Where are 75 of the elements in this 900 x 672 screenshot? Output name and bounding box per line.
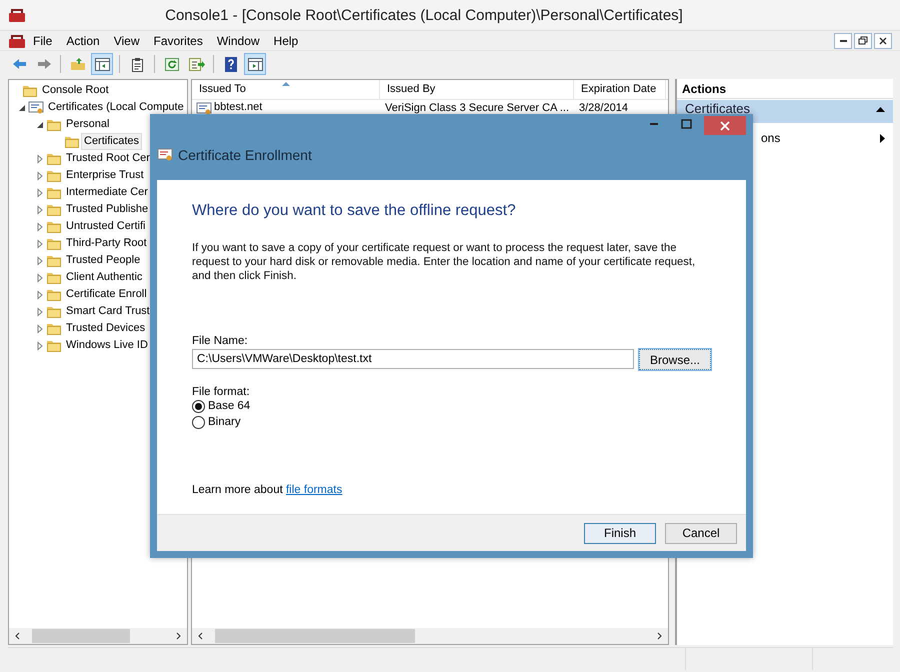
tree-item[interactable]: Windows Live ID bbox=[63, 337, 151, 354]
pane-title: Actions bbox=[677, 79, 893, 99]
menu-item[interactable]: View bbox=[106, 34, 146, 48]
file-name-field[interactable]: C:\Users\VMWare\Desktop\test.txt bbox=[192, 349, 634, 369]
tree-item[interactable]: Certificates (Local Compute bbox=[45, 99, 187, 116]
tree-item[interactable]: Trusted Publishe bbox=[63, 201, 152, 218]
certificate-icon bbox=[157, 148, 173, 162]
app-icon bbox=[8, 7, 26, 23]
tree-item[interactable]: Third-Party Root bbox=[63, 235, 150, 252]
up-folder-icon bbox=[70, 56, 86, 72]
instructions-text: If you want to save a copy of your certificate request or want to process the request later, save the request to your hard disk or removable media. Enter the location and name of your certificate request, and then click Finish. bbox=[192, 241, 696, 283]
dialog-heading: Where do you want to save the offline request? bbox=[192, 202, 517, 220]
radio-label[interactable]: Binary bbox=[208, 416, 241, 428]
column-header[interactable]: Issued To bbox=[192, 80, 380, 99]
tree-item[interactable]: Trusted Root Cer bbox=[63, 150, 153, 167]
field-label: File format: bbox=[192, 386, 251, 398]
show-tree-icon bbox=[94, 56, 110, 72]
close-button[interactable] bbox=[874, 32, 892, 48]
scroll-right-icon[interactable] bbox=[174, 632, 182, 640]
minimize-icon bbox=[840, 40, 846, 42]
tree-item[interactable]: Intermediate Cer bbox=[63, 184, 151, 201]
scroll-left-icon[interactable] bbox=[197, 632, 205, 640]
restore-button[interactable] bbox=[854, 32, 872, 48]
show-actions-button[interactable] bbox=[244, 53, 266, 75]
radio-label[interactable]: Base 64 bbox=[208, 400, 250, 412]
document-icon bbox=[8, 32, 26, 48]
tree-item[interactable]: Trusted People bbox=[63, 252, 144, 269]
tree-item[interactable]: Certificates bbox=[81, 133, 142, 150]
menu-item[interactable]: Action bbox=[59, 34, 107, 48]
help-icon bbox=[222, 56, 240, 72]
radio-selected-icon[interactable] bbox=[192, 400, 205, 412]
minimize-icon bbox=[650, 122, 658, 124]
tree-item[interactable]: Client Authentic bbox=[63, 269, 146, 286]
close-icon bbox=[877, 34, 889, 46]
submenu-arrow-icon bbox=[880, 134, 885, 142]
refresh-icon bbox=[164, 56, 180, 72]
menu-item[interactable]: Help bbox=[266, 34, 306, 48]
radio-icon[interactable] bbox=[192, 416, 205, 428]
tree-item[interactable]: Untrusted Certifi bbox=[63, 218, 148, 235]
browse-button[interactable]: Browse... bbox=[639, 349, 711, 370]
tree-item[interactable]: Certificate Enroll bbox=[63, 286, 150, 303]
tree-item[interactable]: Personal bbox=[63, 116, 112, 133]
horizontal-scrollbar[interactable] bbox=[9, 628, 187, 644]
scroll-left-icon[interactable] bbox=[14, 632, 22, 640]
scroll-right-icon[interactable] bbox=[655, 632, 663, 640]
file-formats-link[interactable]: file formats bbox=[286, 484, 342, 496]
menu-item[interactable]: Window bbox=[210, 34, 267, 48]
menu-item[interactable]: Favorites bbox=[146, 34, 210, 48]
dialog-button[interactable]: Finish bbox=[584, 522, 656, 544]
field-label: File Name: bbox=[192, 335, 249, 347]
window-title: Console1 - [Console Root\Certificates (Local Computer)\Personal\Certificates] bbox=[164, 6, 684, 24]
column-header[interactable]: Expiration Date bbox=[574, 80, 666, 99]
close-icon bbox=[719, 120, 731, 132]
column-header[interactable]: Issued By bbox=[380, 80, 574, 99]
menu-item[interactable]: File bbox=[26, 34, 60, 48]
certificate-icon bbox=[196, 100, 212, 114]
tree-item[interactable]: Trusted Devices bbox=[63, 320, 148, 337]
show-tree-button[interactable] bbox=[91, 53, 113, 75]
export-list-icon bbox=[188, 56, 204, 72]
table-cell: bbtest.net bbox=[214, 100, 262, 114]
maximize-icon bbox=[680, 118, 692, 128]
tree-item[interactable]: Enterprise Trust bbox=[63, 167, 147, 184]
certificate-store-icon bbox=[28, 100, 44, 116]
pane-link[interactable]: ons bbox=[761, 131, 780, 145]
table-cell: 3/28/2014 bbox=[579, 102, 628, 114]
minimize-button[interactable] bbox=[834, 32, 852, 48]
tree-item[interactable]: Console Root bbox=[39, 82, 112, 99]
restore-icon bbox=[857, 34, 869, 46]
dialog-title: Certificate Enrollment bbox=[178, 147, 312, 163]
dialog-button[interactable]: Cancel bbox=[665, 522, 737, 544]
show-actions-icon bbox=[246, 56, 264, 72]
table-cell: VeriSign Class 3 Secure Server CA ... bbox=[385, 102, 570, 114]
learn-more-text: Learn more about file formats bbox=[192, 484, 344, 496]
tree-item[interactable]: Smart Card Trust bbox=[63, 303, 153, 320]
horizontal-scrollbar[interactable] bbox=[192, 628, 668, 644]
